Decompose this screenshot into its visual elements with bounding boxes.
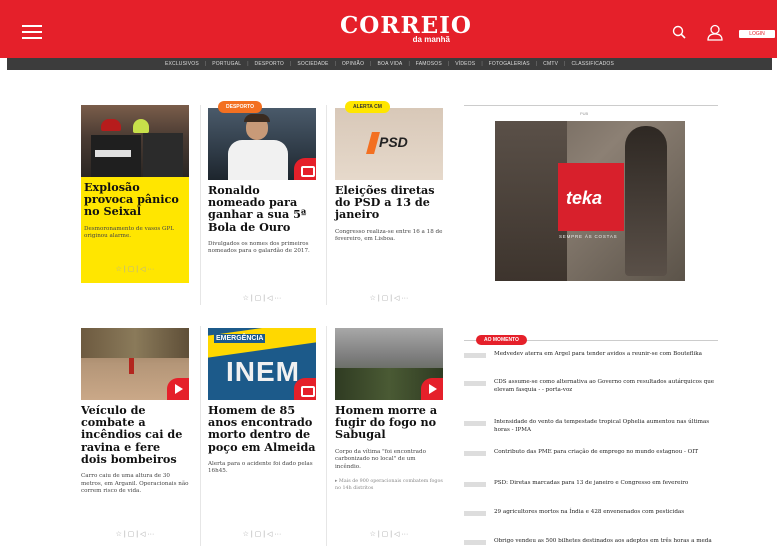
article-image[interactable] [335,328,443,400]
latest-news-text[interactable]: CDS assume-se como alternativa ao Govern… [494,379,716,394]
hamburger-menu-icon[interactable] [22,25,42,39]
gallery-camera-icon [294,158,316,180]
video-play-icon[interactable] [421,378,443,400]
latest-news-label: AO MOMENTO [476,335,527,345]
article-lead: Divulgados os nomes dos primeiros nomead… [208,240,310,255]
article-image[interactable] [208,108,316,180]
news-timestamp [464,451,486,456]
article-card[interactable]: ALERTA CM PSD Eleições diretas do PSD a … [335,101,443,302]
main-navigation: EXCLUSIVOS | PORTUGAL | DESPORTO | SOCIEDAD… [7,58,772,70]
article-actions[interactable]: ☆ | ▢ | ◁ ··· [208,294,316,302]
article-lead: Carro caiu de uma altura de 30 metros, e… [81,473,189,495]
article-actions[interactable]: ☆ | ▢ | ◁ ··· [335,530,443,538]
latest-news-text[interactable]: 29 agricultores mortos na Índia e 428 en… [494,509,716,517]
nav-item-videos[interactable]: VÍDEOS [455,61,475,67]
category-tag[interactable]: DESPORTO [218,101,262,113]
nav-item-desporto[interactable]: DESPORTO [255,61,284,67]
nav-item-famosos[interactable]: FAMOSOS [416,61,442,67]
news-timestamp [464,540,486,545]
nav-item-sociedade[interactable]: SOCIEDADE [297,61,328,67]
nav-item-classificados[interactable]: CLASSIFICADOS [571,61,614,67]
latest-news-text[interactable]: PSD: Diretas marcadas para 13 de janeiro… [494,480,716,488]
related-article-link[interactable]: ▸ Mais de 900 operacionais combatem fogo… [335,479,443,492]
news-timestamp [464,353,486,358]
nav-item-opiniao[interactable]: OPINIÃO [342,61,364,67]
login-button[interactable]: LOGIN [739,30,775,38]
site-logo[interactable]: CORREIO da manhã [340,14,471,45]
nav-item-cmtv[interactable]: CMTV [543,61,558,67]
article-card[interactable]: Explosão provoca pânico no Seixal Desmor… [81,105,189,283]
ad-brand: teka [566,188,603,208]
image-caption-emergencia: EMERGÊNCIA [214,334,266,343]
article-title[interactable]: Explosão provoca pânico no Seixal [84,181,186,218]
article-image[interactable] [81,328,189,400]
latest-news-text[interactable]: Obrigo vendeu as 500 bilhetes destinados… [494,538,716,546]
advertisement-banner[interactable]: teka SEMPRE ÁS COSTAS [495,121,685,281]
video-play-icon[interactable] [167,378,189,400]
nav-item-fotogalerias[interactable]: FOTOGALERIAS [489,61,530,67]
gallery-camera-icon [294,378,316,400]
latest-news-text[interactable]: Contributo das PME para criação de empre… [494,449,716,457]
article-title[interactable]: Homem de 85 anos encontrado morto dentro… [208,404,316,453]
article-lead: Alerta para o acidente foi dado pelas 16… [208,460,313,475]
article-card[interactable]: EMERGÊNCIA INEM Homem de 85 anos encontr… [208,328,316,538]
user-icon[interactable] [706,24,724,41]
article-title[interactable]: Veículo de combate a incêndios cai de ra… [81,404,189,465]
article-card[interactable]: DESPORTO Ronaldo nomeado para ganhar a s… [208,101,316,302]
column-divider [326,326,327,546]
nav-item-exclusivos[interactable]: EXCLUSIVOS [165,61,199,67]
image-caption-psd: PSD [379,134,408,150]
article-card[interactable]: Veículo de combate a incêndios cai de ra… [81,328,189,538]
latest-news-text[interactable]: Medvedev aterra em Argel para tender avi… [494,351,716,359]
article-lead: Corpo da vítima "foi encontrado carboniz… [335,448,426,470]
article-actions[interactable]: ☆ | ▢ | ◁ ··· [335,294,443,302]
news-timestamp [464,482,486,487]
article-image[interactable] [81,105,189,177]
article-title[interactable]: Eleições diretas do PSD a 13 de janeiro [335,184,443,221]
article-title[interactable]: Ronaldo nomeado para ganhar a sua 5ª Bol… [208,184,316,233]
article-card[interactable]: Homem morre a fugir do fogo no Sabugal C… [335,328,443,538]
nav-item-boa-vida[interactable]: BOA VIDA [377,61,402,67]
column-divider [200,326,201,546]
search-icon[interactable] [672,25,686,39]
article-title[interactable]: Homem morre a fugir do fogo no Sabugal [335,404,443,441]
category-tag[interactable]: ALERTA CM [345,101,390,113]
news-timestamp [464,421,486,426]
news-timestamp [464,511,486,516]
nav-item-portugal[interactable]: PORTUGAL [212,61,241,67]
news-timestamp [464,381,486,386]
article-image[interactable]: PSD [335,108,443,180]
article-image[interactable]: EMERGÊNCIA INEM [208,328,316,400]
ad-slogan: SEMPRE ÁS COSTAS [559,234,618,239]
article-actions[interactable]: ☆ | ▢ | ◁ ··· [81,265,189,273]
article-actions[interactable]: ☆ | ▢ | ◁ ··· [81,530,189,538]
column-divider [326,105,327,305]
article-lead: Congresso realiza-se entre 16 a 18 de fe… [335,228,443,243]
ad-label: PUB [580,111,589,116]
article-actions[interactable]: ☆ | ▢ | ◁ ··· [208,530,316,538]
column-divider [200,105,201,305]
top-bar: CORREIO da manhã LOGIN [0,0,777,58]
latest-news-text[interactable]: Intensidade do vento da tempestade tropi… [494,419,716,434]
article-lead: Desmoronamento de vasos GPL originou ala… [84,225,174,240]
ad-divider [464,105,718,106]
image-caption-inem: INEM [226,356,300,387]
